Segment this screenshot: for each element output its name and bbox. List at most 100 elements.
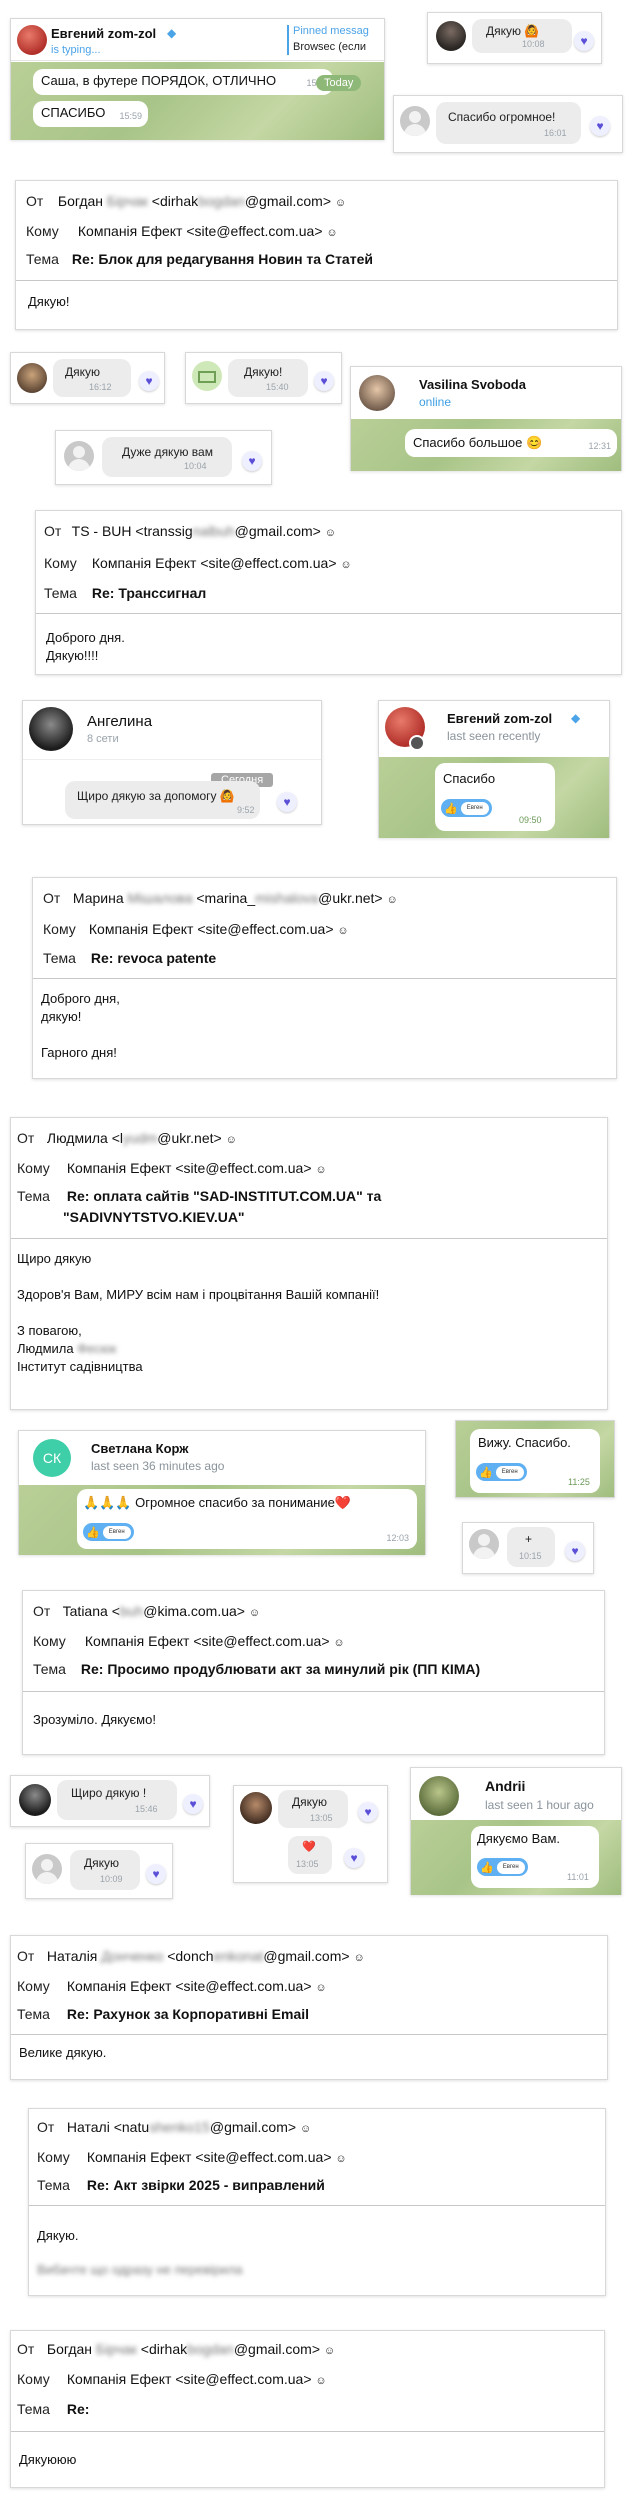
message-bubble[interactable]: ❤️ 13:05 [288,1836,332,1874]
avatar[interactable] [400,106,430,136]
reaction-pill[interactable]: 👍 Евген [441,799,492,817]
heart-reaction-icon[interactable]: ♥ [590,116,610,136]
contact-icon[interactable]: ☺ [333,1637,344,1649]
contact-icon[interactable]: ☺ [226,1134,237,1146]
chat-snippet: Спасибо огромное! 16:01 ♥ [393,95,623,153]
message-bubble[interactable]: Дякую 🙆 10:08 [472,19,572,53]
message-bubble[interactable]: Щиро дякую ! 15:46 [57,1780,177,1820]
contact-icon[interactable]: ☺ [315,1982,326,1994]
avatar[interactable] [240,1792,272,1824]
heart-reaction-icon[interactable]: ♥ [358,1802,378,1822]
contact-icon[interactable]: ☺ [324,2345,335,2357]
message-bubble[interactable]: Саша, в футере ПОРЯДОК, ОТЛИЧНО 15:59 [33,69,333,95]
contact-icon[interactable]: ☺ [249,1607,260,1619]
divider [16,280,617,281]
chat-snippet: Дякую 13:05 ♥ ❤️ 13:05 ♥ [233,1785,388,1883]
heart-reaction-icon[interactable]: ♥ [574,31,594,51]
body-line: Інститут садівництва [17,1359,143,1374]
subject-label: Тема [37,2177,70,2193]
message-bubble[interactable]: Дякую 16:12 [53,359,131,397]
avatar[interactable] [17,25,47,55]
avatar[interactable]: СК [33,1439,71,1477]
email-from: От Tatiana <buh@kima.com.ua> ☺ [33,1603,260,1619]
heart-emoji: ❤️ [302,1841,316,1853]
contact-icon[interactable]: ☺ [326,227,337,239]
contact-icon[interactable]: ☺ [325,527,336,539]
message-bubble[interactable]: Спасибо огромное! 16:01 [436,102,581,144]
message-time: 13:05 [310,1813,333,1823]
contact-icon[interactable]: ☺ [386,894,397,906]
heart-reaction-icon[interactable]: ♥ [183,1794,203,1814]
message-bubble[interactable]: Щиро дякую за допомогу 🙆 9:52 [65,781,260,819]
heart-reaction-icon[interactable]: ♥ [277,792,297,812]
last-seen: last seen recently [447,729,541,743]
from-label: От [17,1130,35,1146]
avatar[interactable] [29,707,73,751]
message-bubble[interactable]: Дякую 10:09 [70,1850,140,1890]
subject-label: Тема [26,251,59,267]
reaction-pill[interactable]: 👍 Евген [476,1463,527,1481]
contact-icon[interactable]: ☺ [300,2123,311,2135]
subject: Re: revoca patente [90,950,217,966]
message-bubble[interactable]: СПАСИБО 15:59 [33,101,148,127]
sender-email: @ukr.net> [318,890,383,906]
sender-name: Богдан [57,193,104,209]
avatar[interactable] [469,1529,499,1559]
pinned-title[interactable]: Pinned messag [293,25,369,37]
message-time: 11:25 [568,1477,590,1487]
subject: "SADIVNYTSTVO.KIEV.UA" [63,1209,245,1225]
contact-icon[interactable]: ☺ [335,2153,346,2165]
contact-icon[interactable]: ☺ [315,1164,326,1176]
avatar[interactable] [17,363,47,393]
message-bubble[interactable]: Спасибо большое 😊 12:31 [405,429,617,457]
heart-reaction-icon[interactable]: ♥ [314,371,334,391]
heart-reaction-icon[interactable]: ♥ [146,1864,166,1884]
last-seen: last seen 36 minutes ago [91,1459,225,1473]
contact-icon[interactable]: ☺ [335,197,346,209]
email-card: От Людмила <lyudm@ukr.net> ☺ Кому Компан… [10,1117,608,1410]
blurred-text: Бірчак [106,193,148,209]
online-status: 8 сети [87,733,119,745]
avatar[interactable] [19,1784,51,1816]
reaction-pill[interactable]: 👍 Евген [83,1523,134,1541]
avatar[interactable] [436,21,466,51]
message-bubble[interactable]: + 10:15 [507,1527,555,1567]
message-bubble[interactable]: Дякую 13:05 [278,1790,348,1828]
body-line: Людмила [17,1341,74,1356]
contact-icon[interactable]: ☺ [340,559,351,571]
heart-reaction-icon[interactable]: ♥ [565,1541,585,1561]
contact-icon[interactable]: ☺ [337,925,348,937]
chat-snippet: Дякую 🙆 10:08 ♥ [427,12,602,64]
email-body-blurred: Вибачте що одразу не перевірила [37,2261,242,2279]
heart-reaction-icon[interactable]: ♥ [139,371,159,391]
avatar[interactable] [64,441,94,471]
avatar[interactable] [192,361,222,391]
message-bubble[interactable]: Дякуємо Вам. 👍 Евген 11:01 [471,1826,599,1888]
to-label: Кому [37,2149,70,2165]
heart-reaction-icon[interactable]: ♥ [344,1848,364,1868]
contact-icon[interactable]: ☺ [353,1952,364,1964]
message-time: 15:46 [135,1804,158,1814]
message-time: 10:09 [100,1874,123,1884]
message-bubble[interactable]: Дуже дякую вам 10:04 [102,437,232,477]
reaction-pill[interactable]: 👍 Евген [477,1858,528,1876]
body-line: З повагою, [17,1323,82,1338]
recipient: Компанія Ефект <site@effect.com.ua> [77,223,323,239]
sender-email: @gmail.com> [233,2341,321,2357]
recipient: Компанія Ефект <site@effect.com.ua> [84,1633,330,1649]
message-bubble[interactable]: 🙏🙏🙏 Огромное спасибо за понимание❤️ 👍 Ев… [77,1489,417,1549]
message-bubble[interactable]: Дякую! 15:40 [228,359,308,397]
message-bubble[interactable]: Спасибо 👍 Евген 09:50 [435,763,555,831]
message-text: Дякую 🙆 [486,24,540,38]
avatar[interactable] [419,1776,459,1816]
email-card: От Tatiana <buh@kima.com.ua> ☺ Кому Комп… [22,1590,605,1755]
message-text: Дуже дякую вам [122,445,213,459]
sender-email: @gmail.com> [234,523,321,539]
divider [33,978,616,979]
contact-icon[interactable]: ☺ [315,2375,326,2387]
pinned-text[interactable]: Browsec (если [293,41,366,53]
avatar[interactable] [359,375,395,411]
avatar[interactable] [32,1854,62,1884]
message-bubble[interactable]: Вижу. Спасибо. 👍 Евген 11:25 [470,1429,600,1493]
heart-reaction-icon[interactable]: ♥ [242,451,262,471]
